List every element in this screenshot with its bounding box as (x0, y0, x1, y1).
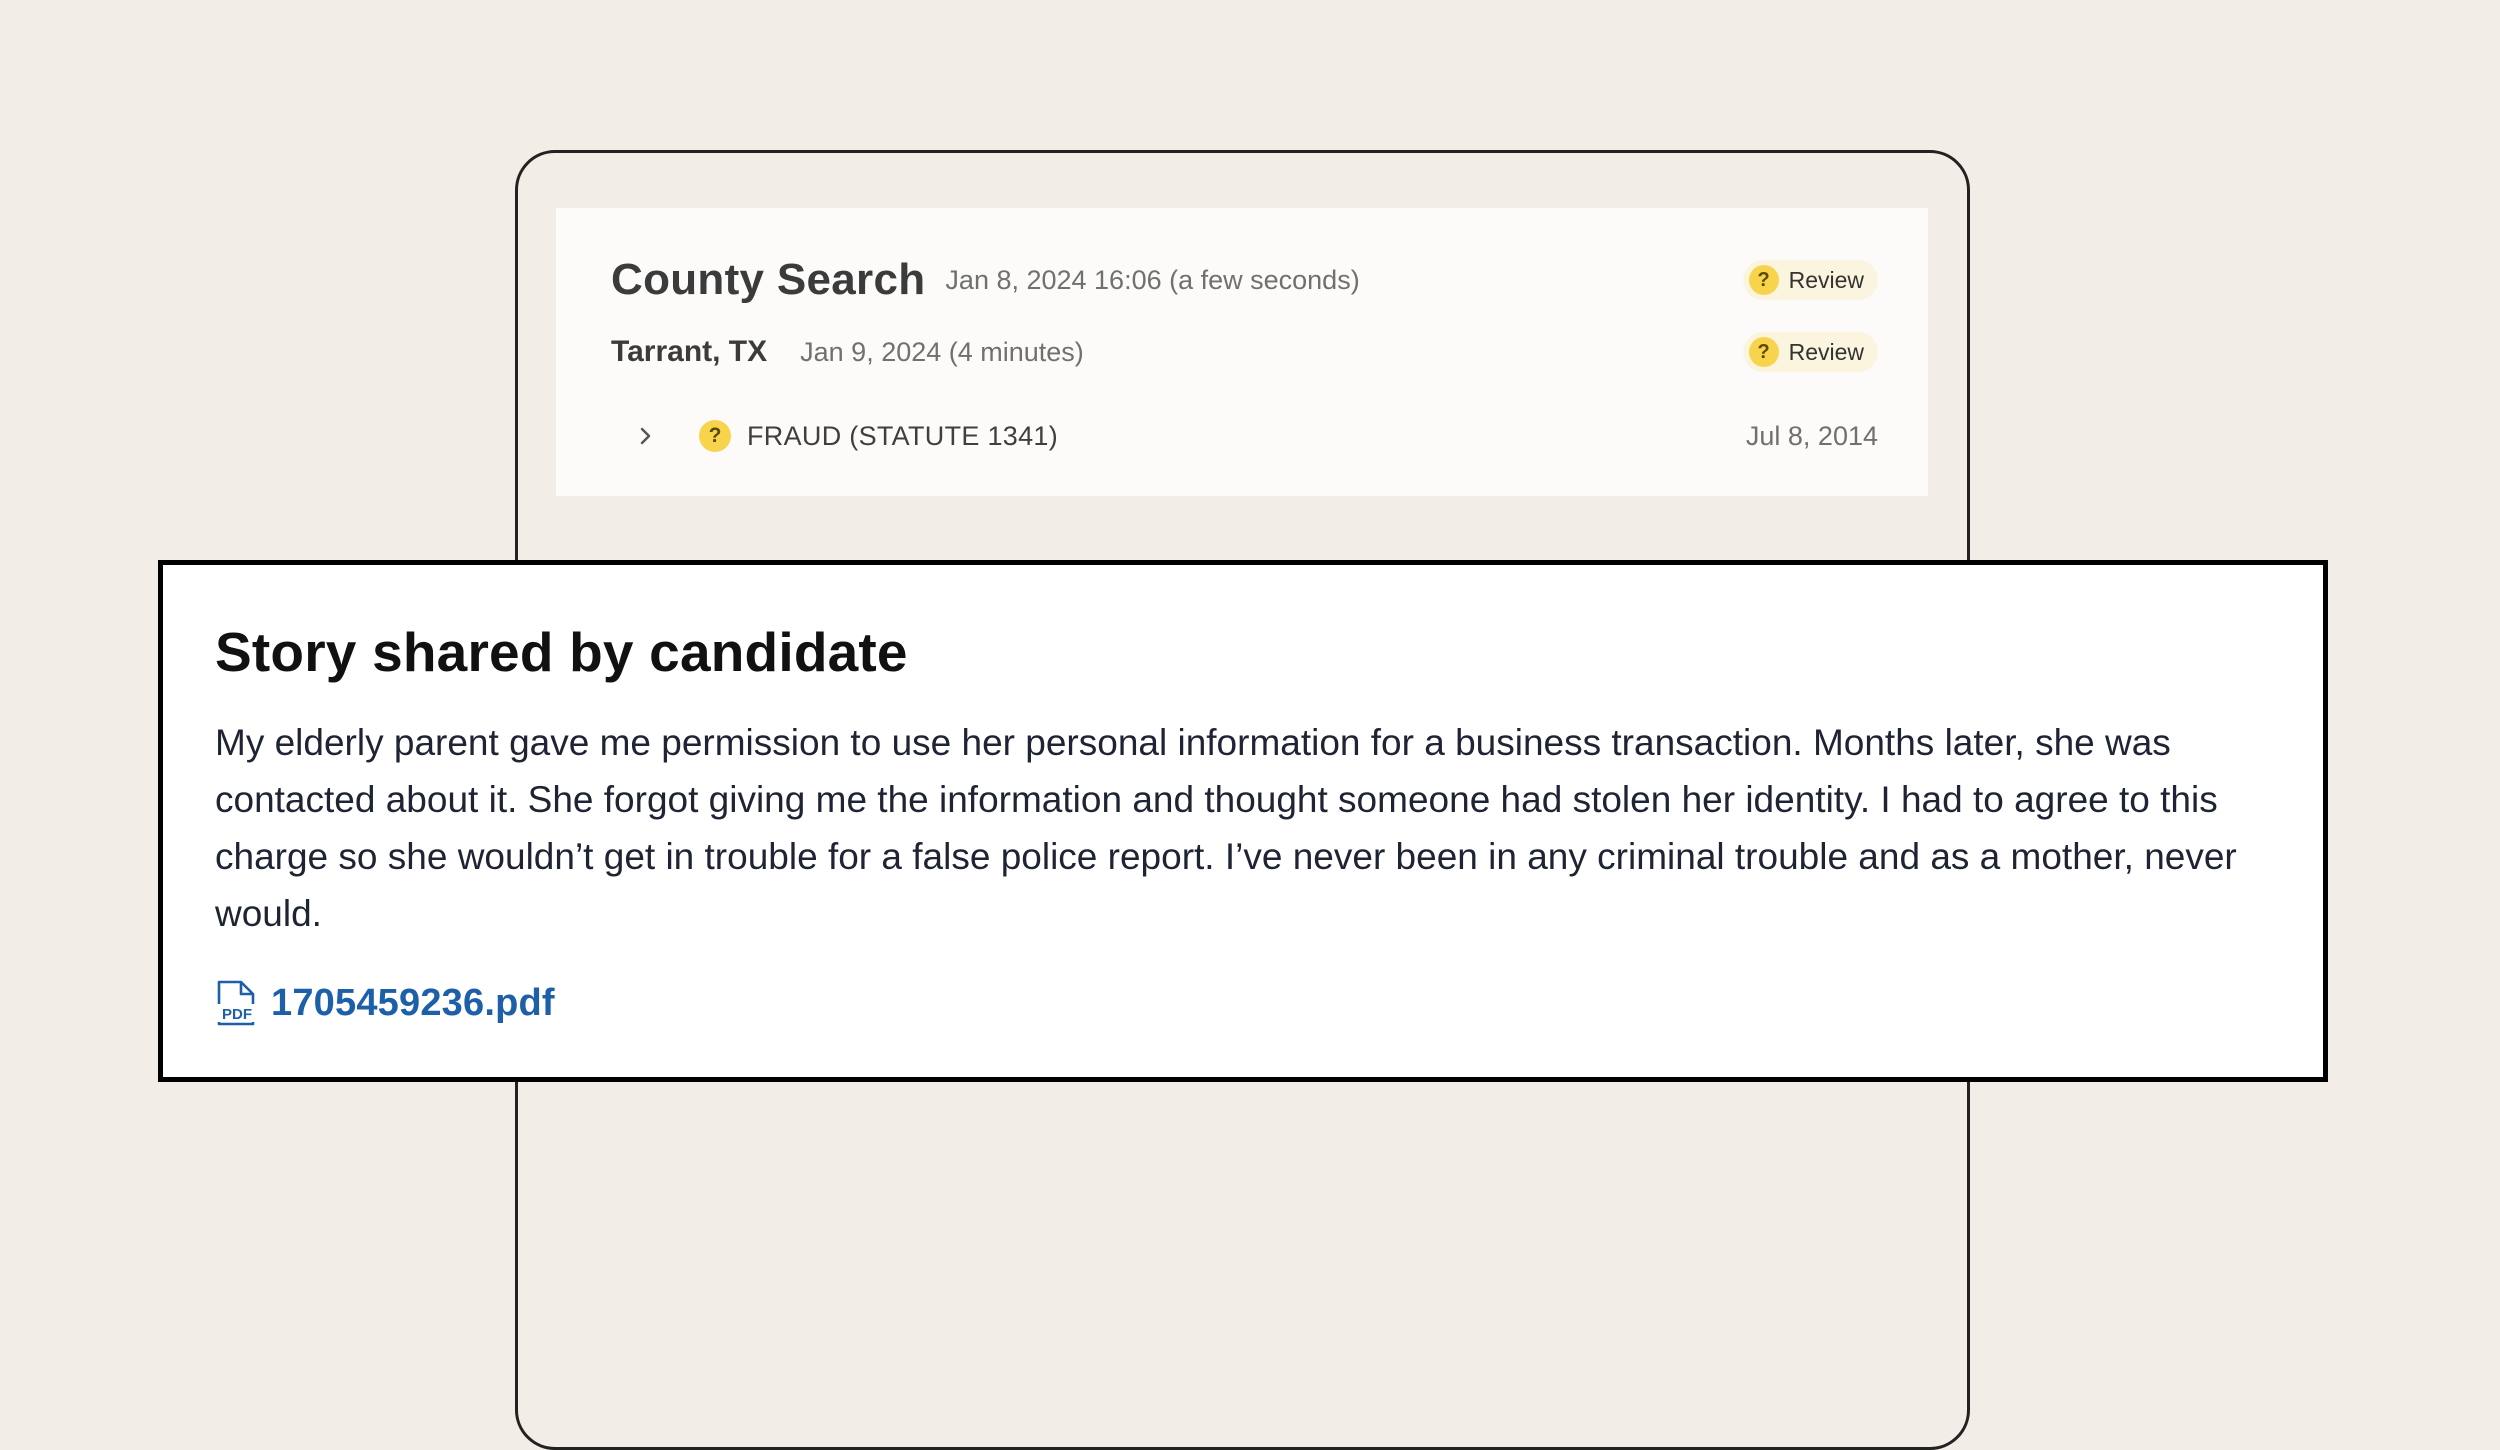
story-title: Story shared by candidate (215, 621, 908, 683)
jurisdiction-review-label: Review (1788, 338, 1864, 365)
jurisdiction-row: Tarrant, TX Jan 9, 2024 (4 minutes) ? Re… (611, 330, 1878, 374)
jurisdiction-timestamp: Jan 9, 2024 (4 minutes) (800, 336, 1084, 367)
pdf-file-icon: PDF (215, 980, 259, 1026)
attachment-link[interactable]: 1705459236.pdf (271, 982, 555, 1025)
story-body: My elderly parent gave me permission to … (215, 722, 2237, 934)
story-attachment[interactable]: PDF 1705459236.pdf (215, 980, 2263, 1026)
jurisdiction-name: Tarrant, TX (611, 335, 768, 368)
review-status-label: Review (1788, 266, 1864, 293)
chevron-right-icon[interactable] (631, 421, 661, 451)
review-status-badge[interactable]: ? Review (1742, 260, 1878, 300)
jurisdiction-review-badge[interactable]: ? Review (1742, 332, 1878, 372)
charge-row[interactable]: ? FRAUD (STATUTE 1341) Jul 8, 2014 (611, 414, 1878, 458)
question-icon: ? (699, 420, 731, 452)
charge-label: FRAUD (STATUTE 1341) (747, 420, 1059, 451)
county-search-card: County Search Jan 8, 2024 16:06 (a few s… (556, 208, 1928, 496)
question-icon: ? (1748, 337, 1779, 367)
candidate-story-panel: Story shared by candidate My elderly par… (158, 560, 2328, 1082)
county-search-timestamp: Jan 8, 2024 16:06 (a few seconds) (945, 264, 1360, 295)
svg-text:PDF: PDF (222, 1006, 252, 1023)
question-icon: ? (1748, 265, 1779, 295)
county-search-header: County Search Jan 8, 2024 16:06 (a few s… (611, 250, 1878, 310)
county-search-title: County Search (611, 255, 926, 304)
charge-date: Jul 8, 2014 (1745, 420, 1878, 451)
